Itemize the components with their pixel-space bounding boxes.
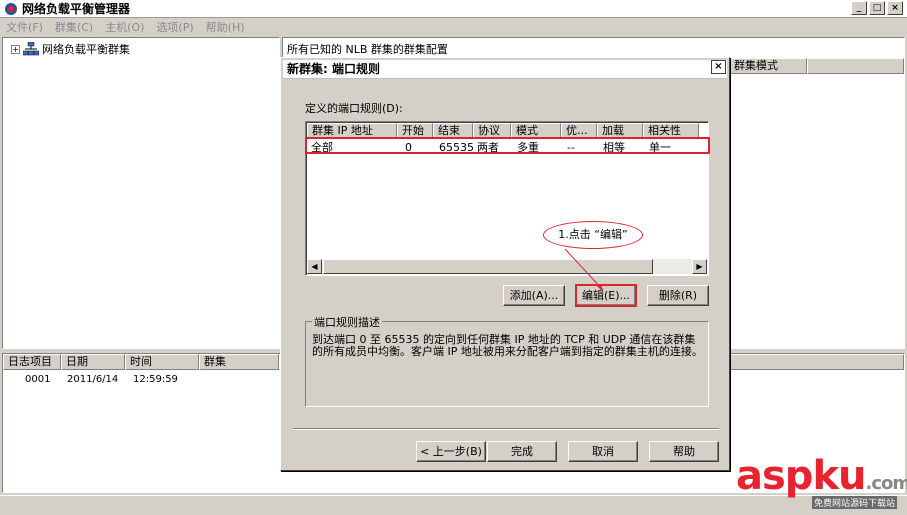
tree-root-label: 网络负载平衡群集 — [42, 43, 130, 56]
col-priority[interactable]: 优... — [561, 123, 597, 139]
annotation-callout: 1.点击 “编辑” — [543, 221, 643, 249]
menu-cluster[interactable]: 群集(C) — [49, 19, 99, 35]
config-col-mode[interactable]: 群集模式 — [729, 58, 807, 74]
dialog-title: 新群集: 端口规则 — [283, 60, 727, 79]
rule-priority: -- — [567, 141, 575, 154]
edit-rule-button[interactable]: 编辑(E)... — [576, 285, 636, 306]
rule-mode: 多重 — [517, 141, 539, 154]
menu-bar: 文件(F) 群集(C) 主机(O) 选项(P) 帮助(H) — [0, 18, 907, 36]
port-rules-list[interactable]: 群集 IP 地址 开始 结束 协议 模式 优... 加载 相关性 全部 0 65… — [305, 121, 709, 276]
minimize-button[interactable]: _ — [851, 1, 867, 15]
menu-help[interactable]: 帮助(H) — [200, 19, 251, 35]
col-cluster-ip[interactable]: 群集 IP 地址 — [307, 123, 397, 139]
remove-rule-button[interactable]: 删除(R) — [647, 285, 709, 306]
log-entry-date: 2011/6/14 — [67, 374, 119, 385]
log-entry-id: 0001 — [25, 374, 51, 385]
watermark-tagline: 免费网站源码下载站 — [811, 496, 897, 509]
log-col-cluster[interactable]: 群集 — [199, 354, 279, 370]
add-rule-button[interactable]: 添加(A)... — [503, 285, 565, 306]
finish-button[interactable]: 完成 — [487, 441, 557, 462]
log-col-date[interactable]: 日期 — [61, 354, 125, 370]
close-window-button[interactable]: × — [887, 1, 903, 15]
nlb-app-icon — [4, 2, 18, 16]
menu-options[interactable]: 选项(P) — [150, 19, 199, 35]
col-end[interactable]: 结束 — [433, 123, 473, 139]
log-entry-time: 12:59:59 — [133, 374, 178, 385]
rules-list-header: 群集 IP 地址 开始 结束 协议 模式 优... 加载 相关性 — [307, 123, 699, 139]
port-rule-row[interactable]: 全部 0 65535 两者 多重 -- 相等 单一 — [307, 140, 707, 155]
rule-load: 相等 — [603, 141, 625, 154]
cancel-button[interactable]: 取消 — [568, 441, 638, 462]
description-text: 到达端口 0 至 65535 的定向到任何群集 IP 地址的 TCP 和 UDP… — [312, 333, 703, 358]
dialog-separator — [293, 428, 719, 430]
tree-root-node[interactable]: + 网络负载平衡群集 — [11, 41, 130, 57]
col-load[interactable]: 加载 — [597, 123, 643, 139]
col-mode[interactable]: 模式 — [511, 123, 561, 139]
site-watermark: aspku.com 免费网站源码下载站 — [736, 456, 907, 509]
log-col-time[interactable]: 时间 — [125, 354, 199, 370]
menu-host[interactable]: 主机(O) — [99, 19, 150, 35]
rules-hscrollbar[interactable]: ◀ ▶ — [307, 259, 707, 274]
rule-affinity: 单一 — [649, 141, 671, 154]
window-titlebar: 网络负载平衡管理器 _ □ × — [0, 0, 907, 18]
config-header: 所有已知的 NLB 群集的群集配置 — [287, 43, 448, 56]
cluster-tree-pane: + 网络负载平衡群集 — [2, 37, 280, 349]
window-title: 网络负载平衡管理器 — [22, 2, 131, 16]
dialog-close-icon[interactable]: × — [711, 60, 726, 74]
col-affinity[interactable]: 相关性 — [643, 123, 699, 139]
rule-end: 65535 — [439, 141, 473, 154]
scroll-left-icon[interactable]: ◀ — [307, 259, 322, 274]
config-col-blank[interactable] — [807, 58, 904, 74]
maximize-button[interactable]: □ — [869, 1, 885, 15]
rule-start: 0 — [405, 141, 412, 154]
rule-ip: 全部 — [311, 141, 333, 154]
help-button[interactable]: 帮助 — [649, 441, 719, 462]
port-rules-dialog: 新群集: 端口规则 × 定义的端口规则(D): 群集 IP 地址 开始 结束 协… — [280, 57, 730, 471]
col-start[interactable]: 开始 — [397, 123, 433, 139]
log-col-entry[interactable]: 日志项目 — [3, 354, 61, 370]
cluster-network-icon — [22, 41, 40, 56]
scroll-thumb[interactable] — [323, 259, 653, 274]
description-title: 端口规则描述 — [312, 314, 382, 330]
scroll-right-icon[interactable]: ▶ — [692, 259, 707, 274]
menu-file[interactable]: 文件(F) — [0, 19, 49, 35]
back-button[interactable]: < 上一步(B) — [416, 441, 486, 462]
col-protocol[interactable]: 协议 — [473, 123, 511, 139]
rule-protocol: 两者 — [477, 141, 499, 154]
expand-icon[interactable]: + — [11, 44, 20, 54]
rules-label: 定义的端口规则(D): — [305, 102, 403, 115]
rule-description-group: 端口规则描述 到达端口 0 至 65535 的定向到任何群集 IP 地址的 TC… — [305, 314, 709, 407]
